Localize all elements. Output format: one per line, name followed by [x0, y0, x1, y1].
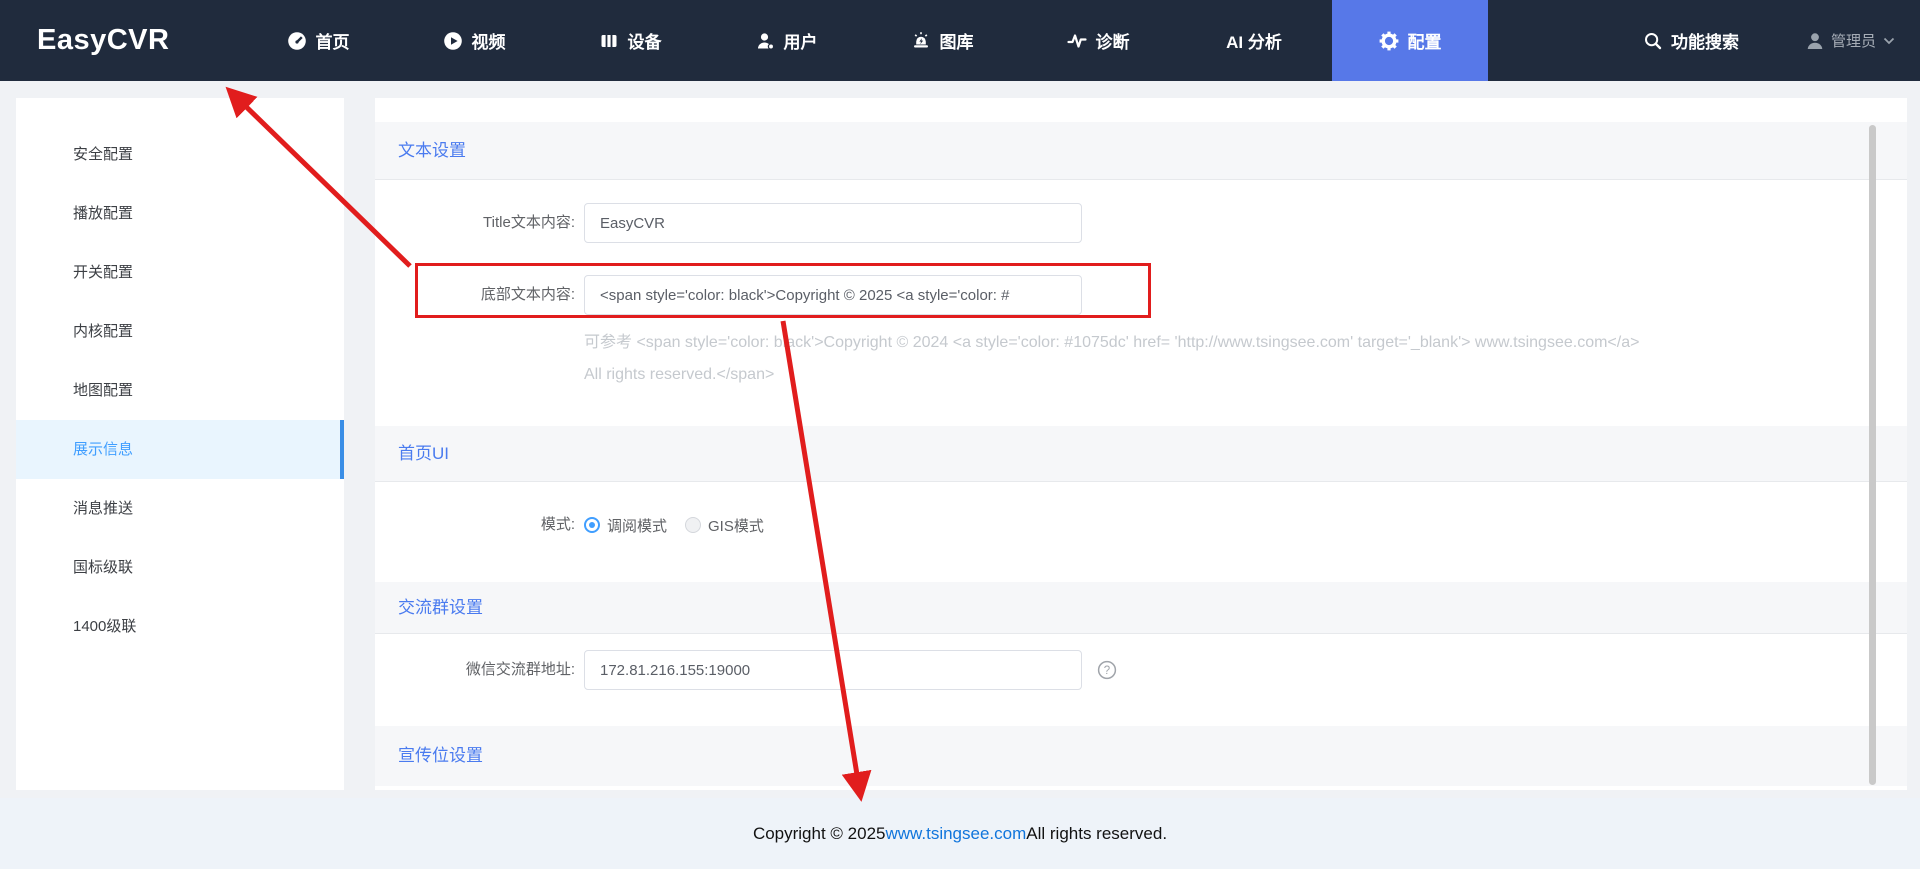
nav-item-config[interactable]: 配置: [1332, 0, 1488, 81]
radio-option-label: GIS模式: [708, 515, 764, 536]
sidebar-item-1400-cascade[interactable]: 1400级联: [16, 597, 344, 656]
gear-icon: [1379, 31, 1399, 51]
feature-search[interactable]: 功能搜索: [1643, 0, 1739, 81]
user-menu-label: 管理员: [1831, 30, 1876, 51]
footer-copyright-prefix: Copyright © 2025: [753, 824, 886, 844]
nav-item-label: 图库: [940, 28, 974, 53]
nav-item-user[interactable]: 用户: [708, 0, 864, 81]
diagnosis-icon: [1067, 31, 1087, 51]
bottom-text-row: 底部文本内容:: [375, 275, 1275, 315]
radio-option-playback-mode[interactable]: 调阅模式: [584, 515, 667, 536]
section-header-chat-group: 交流群设置: [375, 582, 1907, 634]
panel-scrollbar[interactable]: [1869, 125, 1876, 785]
sidebar-item-security-config[interactable]: 安全配置: [16, 125, 344, 184]
radio-option-gis-mode[interactable]: GIS模式: [685, 515, 764, 536]
radio-unselected-icon[interactable]: [685, 517, 701, 533]
sidebar-item-map-config[interactable]: 地图配置: [16, 361, 344, 420]
display-info-panel: 文本设置 Title文本内容: 底部文本内容: 可参考 <span style=…: [375, 98, 1907, 790]
title-text-label: Title文本内容:: [375, 203, 575, 243]
sidebar-item-switch-config[interactable]: 开关配置: [16, 243, 344, 302]
feature-search-label: 功能搜索: [1671, 28, 1739, 53]
sidebar-item-gb-cascade[interactable]: 国标级联: [16, 538, 344, 597]
footer-copyright-suffix: All rights reserved.: [1026, 824, 1167, 844]
nav-item-label: AI 分析: [1226, 28, 1282, 53]
chevron-down-icon: [1883, 37, 1895, 45]
user-menu[interactable]: 管理员: [1806, 0, 1895, 81]
bottom-text-hint-line1: 可参考 <span style='color: black'>Copyright…: [584, 328, 1874, 352]
wechat-group-input[interactable]: [584, 650, 1082, 690]
nav-item-label: 视频: [472, 28, 506, 53]
sidebar-list: 安全配置 播放配置 开关配置 内核配置 地图配置 展示信息 消息推送 国标级联 …: [16, 98, 344, 656]
nav-item-gallery[interactable]: 图库: [864, 0, 1020, 81]
wechat-group-label: 微信交流群地址:: [375, 650, 575, 690]
device-icon: [599, 31, 619, 51]
nav-item-label: 诊断: [1096, 28, 1130, 53]
nav-item-label: 首页: [316, 28, 350, 53]
mode-label: 模式:: [375, 505, 575, 545]
title-text-input[interactable]: [584, 203, 1082, 243]
radio-selected-icon[interactable]: [584, 517, 600, 533]
bottom-text-input[interactable]: [584, 275, 1082, 315]
nav-item-diagnosis[interactable]: 诊断: [1020, 0, 1176, 81]
section-header-home-ui: 首页UI: [375, 426, 1907, 482]
settings-sidebar: 安全配置 播放配置 开关配置 内核配置 地图配置 展示信息 消息推送 国标级联 …: [16, 98, 344, 790]
dashboard-icon: [287, 31, 307, 51]
sidebar-item-display-info[interactable]: 展示信息: [16, 420, 344, 479]
section-header-banner: 宣传位设置: [375, 726, 1907, 786]
bottom-text-hint-line2: All rights reserved.</span>: [584, 366, 1874, 384]
footer-tsingsee-link[interactable]: www.tsingsee.com: [885, 824, 1026, 844]
section-header-text-settings: 文本设置: [375, 122, 1907, 180]
top-navbar: EasyCVR 首页 视频 设备 用户 图库 诊断 AI 分析: [0, 0, 1920, 81]
nav-item-device[interactable]: 设备: [552, 0, 708, 81]
search-icon: [1643, 31, 1662, 50]
wechat-group-row: 微信交流群地址: ?: [375, 650, 1275, 690]
bottom-text-label: 底部文本内容:: [375, 275, 575, 315]
svg-text:?: ?: [1104, 665, 1110, 677]
nav-item-label: 配置: [1408, 28, 1442, 53]
play-icon: [443, 31, 463, 51]
question-circle-icon[interactable]: ?: [1097, 660, 1117, 685]
app-logo[interactable]: EasyCVR: [37, 0, 169, 81]
nav-item-home[interactable]: 首页: [240, 0, 396, 81]
main-nav: 首页 视频 设备 用户 图库 诊断 AI 分析 配置: [240, 0, 1488, 81]
sidebar-item-message-push[interactable]: 消息推送: [16, 479, 344, 538]
nav-item-label: 用户: [784, 28, 818, 53]
radio-option-label: 调阅模式: [607, 515, 667, 536]
avatar-icon: [1806, 32, 1824, 50]
title-text-row: Title文本内容:: [375, 203, 1275, 243]
mode-row: 模式: 调阅模式 GIS模式: [375, 505, 1275, 545]
page-footer: Copyright © 2025 www.tsingsee.com All ri…: [0, 798, 1920, 869]
sidebar-item-kernel-config[interactable]: 内核配置: [16, 302, 344, 361]
nav-item-label: 设备: [628, 28, 662, 53]
user-icon: [755, 31, 775, 51]
nav-item-video[interactable]: 视频: [396, 0, 552, 81]
nav-item-ai-analysis[interactable]: AI 分析: [1176, 0, 1332, 81]
mode-radio-group: 调阅模式 GIS模式: [584, 505, 764, 545]
sidebar-item-play-config[interactable]: 播放配置: [16, 184, 344, 243]
gallery-icon: [911, 31, 931, 51]
